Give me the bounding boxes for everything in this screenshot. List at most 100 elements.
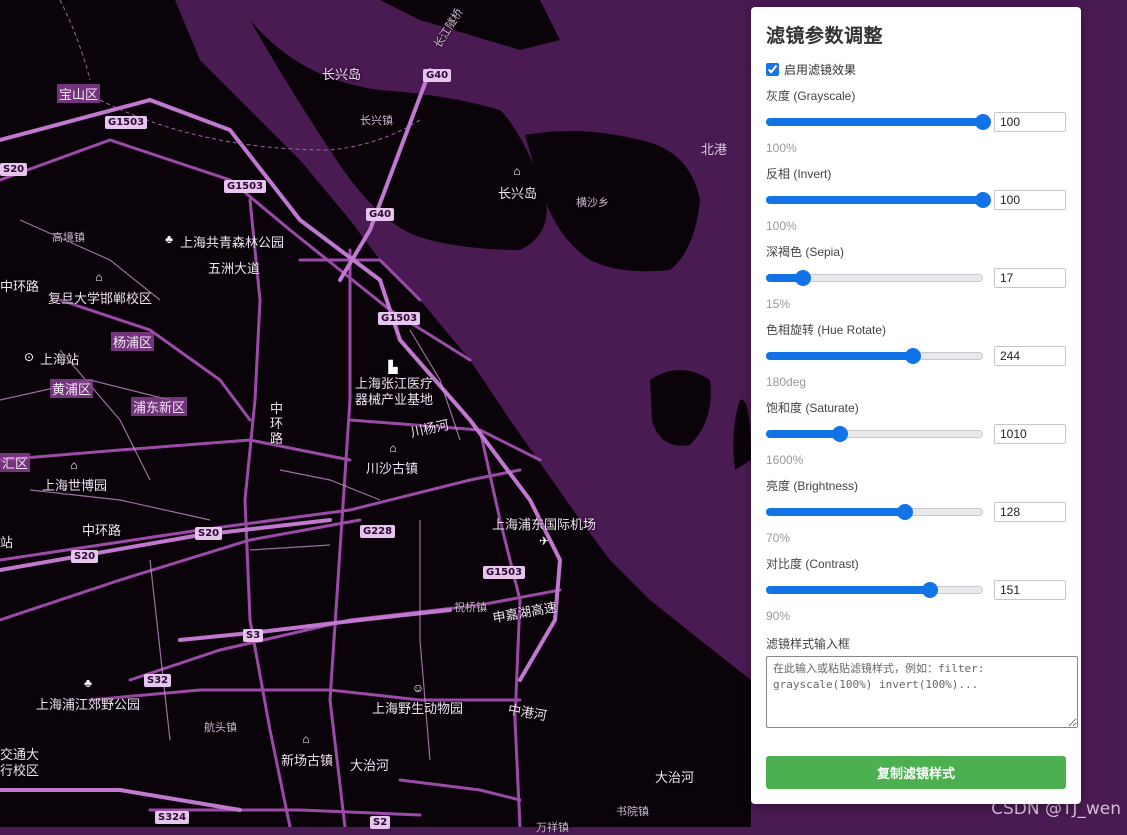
filter-group: 对比度 (Contrast) 90% bbox=[766, 555, 1066, 633]
district-baoshan: 宝山区 bbox=[57, 84, 101, 103]
district-pudong: 浦东新区 bbox=[131, 397, 188, 416]
slider-fill bbox=[766, 430, 840, 438]
panel-title: 滤镜参数调整 bbox=[766, 25, 884, 47]
district-huangpu: 黄浦区 bbox=[50, 379, 94, 398]
copy-filter-button[interactable]: 复制滤镜样式 bbox=[766, 756, 1066, 789]
district-xuhui-edge: 汇区 bbox=[0, 453, 31, 472]
filter-value-text: 100% bbox=[766, 219, 797, 233]
north-land bbox=[180, 0, 560, 50]
filter-value-text: 15% bbox=[766, 297, 791, 311]
filter-number-input[interactable] bbox=[994, 424, 1066, 444]
filter-control-row bbox=[766, 109, 1066, 135]
filter-slider[interactable] bbox=[766, 112, 991, 132]
filter-number-input[interactable] bbox=[994, 112, 1066, 132]
filter-control-row bbox=[766, 265, 1066, 291]
label-gaojing: 高境镇 bbox=[52, 231, 85, 244]
label-gongqing-park: 上海共青森林公园 bbox=[180, 236, 285, 251]
label-zhonghuan-1: 中环路 bbox=[0, 280, 40, 295]
filter-slider[interactable] bbox=[766, 580, 983, 600]
enable-filter-checkbox[interactable] bbox=[766, 62, 779, 76]
label-changxing-island-poi: 长兴岛 bbox=[498, 187, 538, 202]
slider-thumb[interactable] bbox=[905, 348, 922, 364]
poi-icon: ⌂ bbox=[513, 164, 521, 178]
shield-s3: S3 bbox=[243, 629, 264, 642]
label-wanxiang: 万祥镇 bbox=[536, 821, 569, 834]
filter-number-input[interactable] bbox=[994, 580, 1066, 600]
filter-slider[interactable] bbox=[766, 190, 991, 210]
hengsha-island bbox=[525, 131, 700, 272]
label-changxing-town: 长兴镇 bbox=[360, 114, 393, 127]
label-beigang: 北港 bbox=[701, 143, 728, 158]
filter-label: 色相旋转 (Hue Rotate) bbox=[766, 323, 887, 337]
park-icon: ♣ bbox=[165, 232, 173, 246]
slider-fill bbox=[766, 118, 983, 126]
filter-label: 深褐色 (Sepia) bbox=[766, 245, 845, 259]
filter-number-input[interactable] bbox=[994, 346, 1066, 366]
filter-slider[interactable] bbox=[766, 502, 983, 522]
label-zhangjiang-medical: 上海张江医疗 器械产业基地 bbox=[355, 377, 434, 408]
label-zhuqiao: 祝桥镇 bbox=[454, 601, 487, 614]
park-icon: ♣ bbox=[84, 676, 92, 690]
shield-s324: S324 bbox=[155, 811, 190, 824]
filter-number-input[interactable] bbox=[994, 268, 1066, 288]
label-wildlife-park: 上海野生动物园 bbox=[372, 702, 464, 717]
slider-fill bbox=[766, 508, 905, 516]
filter-control-row bbox=[766, 187, 1066, 213]
label-hengsha: 横沙乡 bbox=[576, 196, 609, 209]
filter-label: 反相 (Invert) bbox=[766, 167, 832, 181]
shield-s20: S20 bbox=[71, 550, 99, 563]
enable-filter-label: 启用滤镜效果 bbox=[784, 62, 857, 77]
slider-fill bbox=[766, 586, 930, 594]
slider-fill bbox=[766, 196, 983, 204]
shoal-2 bbox=[733, 399, 751, 470]
label-dazhi-river-2: 大治河 bbox=[655, 771, 695, 786]
airport-icon: ✈ bbox=[538, 534, 550, 548]
slider-fill bbox=[766, 352, 914, 360]
filter-value-text: 90% bbox=[766, 609, 791, 623]
enable-filter-row[interactable]: 启用滤镜效果 bbox=[766, 60, 1066, 78]
slider-thumb[interactable] bbox=[975, 192, 991, 208]
filter-group: 饱和度 (Saturate) 1600% bbox=[766, 399, 1066, 477]
label-xinchang: 新场古镇 bbox=[281, 754, 334, 769]
label-zhonghuan-2: 中环路 bbox=[82, 524, 122, 539]
filter-value-text: 1600% bbox=[766, 453, 804, 467]
slider-thumb[interactable] bbox=[831, 426, 848, 442]
filter-style-textarea[interactable] bbox=[766, 656, 1078, 728]
filter-number-input[interactable] bbox=[994, 190, 1066, 210]
shield-s32: S32 bbox=[144, 674, 172, 687]
filter-group: 亮度 (Brightness) 70% bbox=[766, 477, 1066, 555]
label-zhonghuan-vertical: 中 环 路 bbox=[270, 402, 284, 447]
filter-value-text: 70% bbox=[766, 531, 791, 545]
filter-group: 反相 (Invert) 100% bbox=[766, 165, 1066, 243]
filter-group: 深褐色 (Sepia) 15% bbox=[766, 243, 1066, 321]
town-icon: ⌂ bbox=[302, 732, 310, 746]
filter-slider[interactable] bbox=[766, 268, 983, 288]
filter-group: 色相旋转 (Hue Rotate) 180deg bbox=[766, 321, 1066, 399]
slider-thumb[interactable] bbox=[921, 582, 938, 598]
label-shuyuan: 书院镇 bbox=[616, 805, 649, 818]
slider-thumb[interactable] bbox=[896, 504, 913, 520]
industry-icon: ▙ bbox=[388, 360, 398, 374]
filter-group: 灰度 (Grayscale) 100% bbox=[766, 87, 1066, 165]
slider-thumb[interactable] bbox=[975, 114, 991, 130]
shield-g40: G40 bbox=[366, 208, 395, 221]
filter-slider[interactable] bbox=[766, 346, 983, 366]
label-station-edge: 站 bbox=[0, 536, 14, 551]
label-chuansha: 川沙古镇 bbox=[366, 462, 419, 477]
label-fudan-handan: 复旦大学邯郸校区 bbox=[48, 292, 153, 307]
label-dazhi-river-1: 大治河 bbox=[350, 759, 390, 774]
label-pudong-airport: 上海浦东国际机场 bbox=[492, 518, 597, 533]
district-yangpu: 杨浦区 bbox=[111, 332, 155, 351]
textarea-label: 滤镜样式输入框 bbox=[766, 637, 851, 651]
filter-slider[interactable] bbox=[766, 424, 983, 444]
filter-number-input[interactable] bbox=[994, 502, 1066, 522]
label-jiaoda: 交通大 行校区 bbox=[0, 748, 40, 779]
label-changxing-island: 长兴岛 bbox=[322, 68, 362, 83]
slider-thumb[interactable] bbox=[794, 270, 811, 286]
school-icon: ⌂ bbox=[95, 270, 103, 284]
filter-control-row bbox=[766, 499, 1066, 525]
filter-control-row bbox=[766, 577, 1066, 603]
shield-s20: S20 bbox=[0, 163, 28, 176]
filter-control-row bbox=[766, 421, 1066, 447]
label-hangtou: 航头镇 bbox=[204, 721, 237, 734]
